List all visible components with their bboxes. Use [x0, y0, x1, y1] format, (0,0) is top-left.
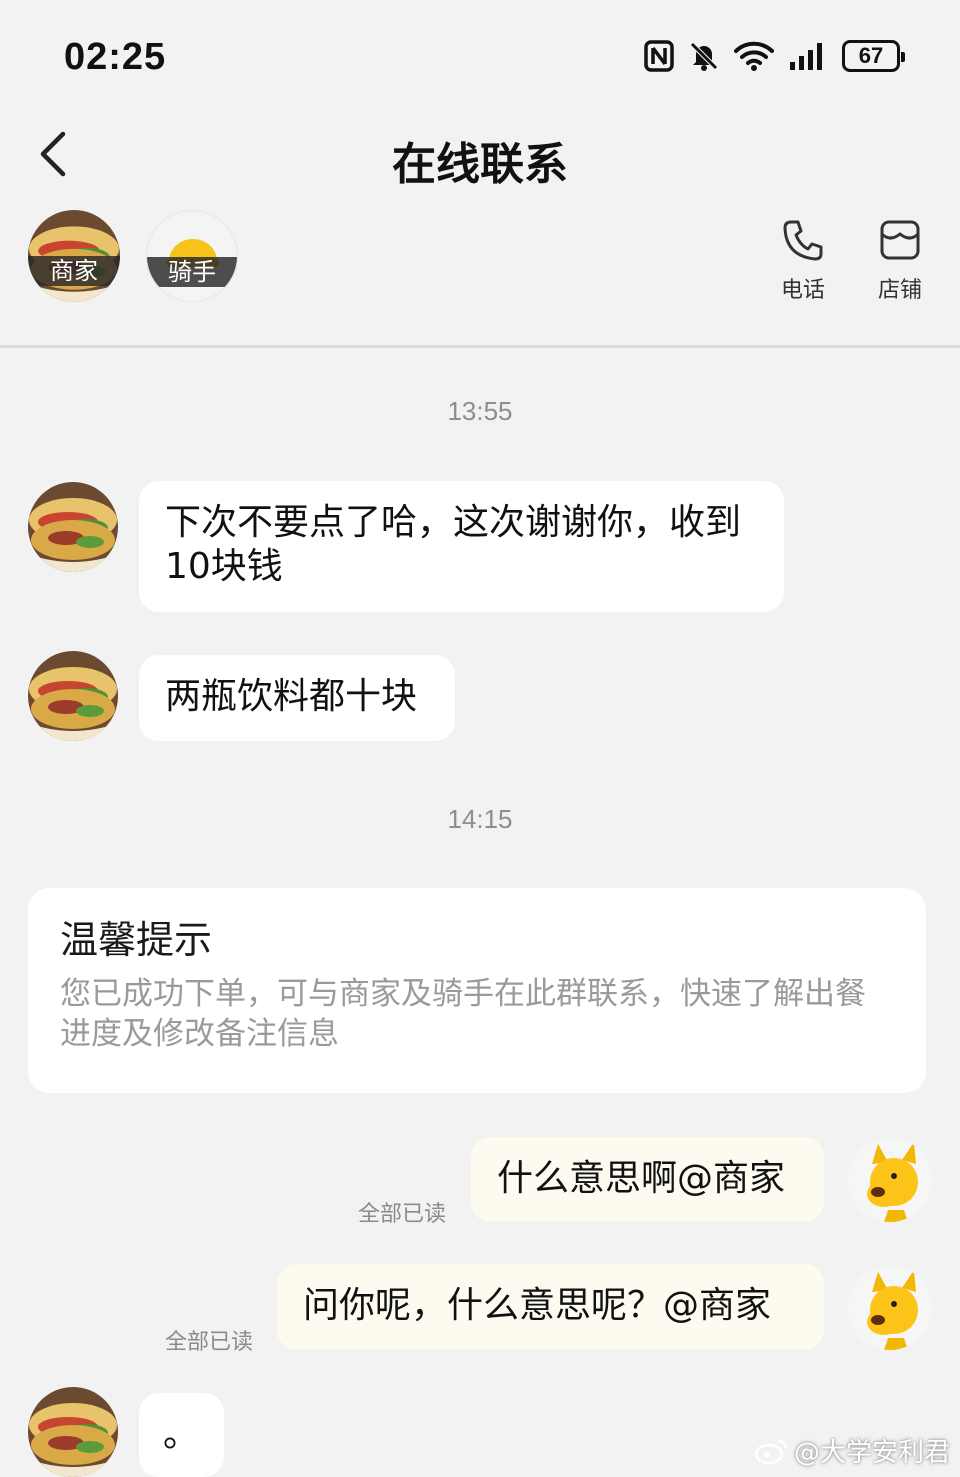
- watermark-text: @大学安利君: [793, 1438, 950, 1468]
- participant-label: 商家: [28, 256, 120, 286]
- message-bubble-outgoing[interactable]: 什么意思啊@商家: [471, 1137, 824, 1222]
- message-text: 什么意思啊@商家: [497, 1158, 786, 1199]
- wifi-icon: [734, 41, 774, 71]
- timestamp: 14:15: [447, 804, 513, 834]
- status-icons: 67: [644, 40, 905, 72]
- message-text: 两瓶饮料都十块: [165, 676, 418, 717]
- message-bubble-incoming[interactable]: 。: [139, 1393, 224, 1477]
- read-status: 全部已读: [165, 1330, 254, 1355]
- notice-card: 温馨提示 您已成功下单，可与商家及骑手在此群联系，快速了解出餐进度及修改备注信息: [28, 888, 926, 1093]
- user-avatar[interactable]: [848, 1266, 932, 1350]
- watermark: @大学安利君: [754, 1432, 950, 1469]
- read-status: 全部已读: [358, 1202, 447, 1227]
- merchant-avatar[interactable]: [28, 482, 118, 572]
- battery-icon: 67: [842, 40, 905, 72]
- participant-merchant[interactable]: 商家: [28, 210, 120, 302]
- participant-label: 骑手: [147, 257, 237, 287]
- user-avatar[interactable]: [848, 1138, 932, 1222]
- phone-icon: [783, 220, 823, 261]
- shop-label: 店铺: [877, 278, 922, 303]
- message-text: 问你呢，什么意思呢？@商家: [303, 1285, 772, 1326]
- nav-bar: 在线联系: [0, 110, 960, 200]
- status-time: 02:25: [64, 36, 167, 78]
- timestamp: 13:55: [447, 396, 513, 426]
- message-text: 。: [163, 1414, 200, 1455]
- message-bubble-incoming[interactable]: 下次不要点了哈，这次谢谢你，收到10块钱: [139, 481, 784, 612]
- shop-button[interactable]: 店铺: [860, 218, 940, 304]
- message-text: 下次不要点了哈，这次谢谢你，收到10块钱: [165, 502, 742, 587]
- nfc-icon: [644, 40, 674, 72]
- phone-button[interactable]: 电话: [763, 218, 843, 304]
- bell-muted-icon: [690, 42, 718, 71]
- phone-label: 电话: [780, 278, 825, 303]
- message-bubble-incoming[interactable]: 两瓶饮料都十块: [139, 655, 455, 741]
- notice-body: 您已成功下单，可与商家及骑手在此群联系，快速了解出餐进度及修改备注信息: [60, 976, 866, 1052]
- status-bar: 02:25 67: [0, 0, 960, 110]
- weibo-icon: [754, 1439, 788, 1464]
- participant-rider[interactable]: 骑手: [146, 210, 238, 302]
- battery-level: 67: [858, 43, 884, 68]
- shop-icon: [880, 220, 920, 260]
- page-title: 在线联系: [392, 139, 568, 190]
- merchant-avatar[interactable]: [28, 651, 118, 741]
- merchant-avatar[interactable]: [28, 1387, 118, 1477]
- signal-icon: [790, 43, 822, 70]
- message-bubble-outgoing[interactable]: 问你呢，什么意思呢？@商家: [277, 1264, 824, 1350]
- participants-bar: 商家 骑手 电话 店铺: [0, 200, 960, 348]
- notice-title: 温馨提示: [60, 918, 213, 962]
